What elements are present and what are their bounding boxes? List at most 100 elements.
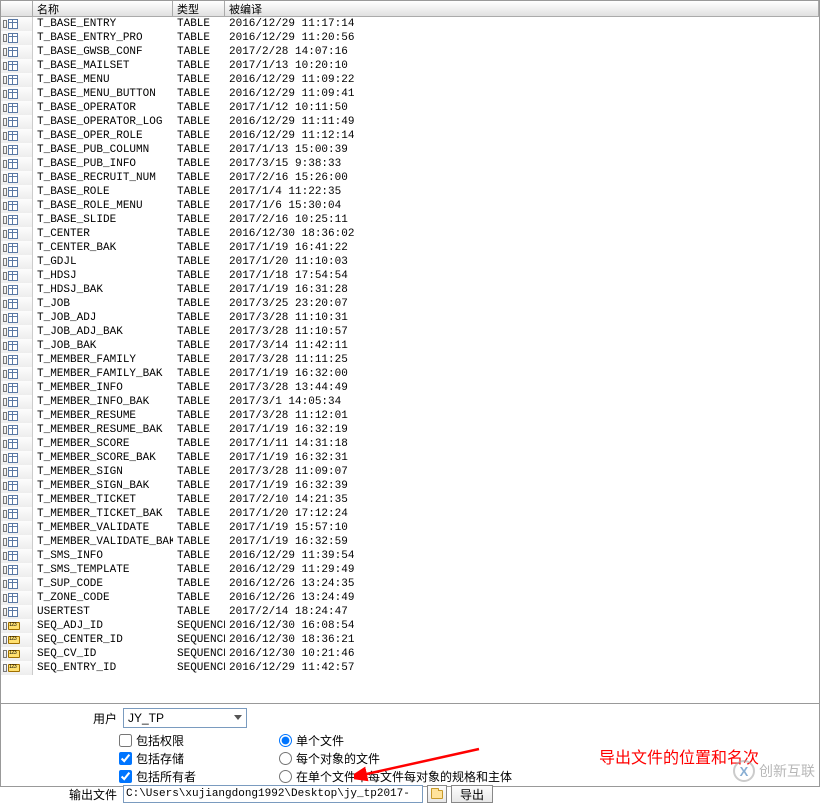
table-row[interactable]: SEQ_CENTER_IDSEQUENCE2016/12/30 18:36:21 [1,633,819,647]
table-icon [8,397,18,407]
cell-type: TABLE [173,270,225,282]
output-label: 输出文件 [61,786,119,803]
table-icon [8,201,18,211]
table-row[interactable]: T_BASE_ROLETABLE2017/1/4 11:22:35 [1,185,819,199]
cell-type: TABLE [173,200,225,212]
table-row[interactable]: T_HDSJTABLE2017/1/18 17:54:54 [1,269,819,283]
cell-name: T_SMS_INFO [33,550,173,562]
browse-button[interactable] [427,785,447,803]
table-row[interactable]: T_BASE_RECRUIT_NUMTABLE2017/2/16 15:26:0… [1,171,819,185]
table-row[interactable]: T_BASE_SLIDETABLE2017/2/16 10:25:11 [1,213,819,227]
table-icon [8,593,18,603]
cell-compiled: 2017/3/28 11:10:31 [225,312,819,324]
table-row[interactable]: T_BASE_MENU_BUTTONTABLE2016/12/29 11:09:… [1,87,819,101]
table-row[interactable]: T_BASE_PUB_INFOTABLE2017/3/15 9:38:33 [1,157,819,171]
cell-type: TABLE [173,284,225,296]
cell-name: SEQ_CV_ID [33,648,173,660]
cell-compiled: 2017/3/15 9:38:33 [225,158,819,170]
cell-type: TABLE [173,228,225,240]
table-row[interactable]: T_CENTER_BAKTABLE2017/1/19 16:41:22 [1,241,819,255]
table-row[interactable]: T_BASE_OPER_ROLETABLE2016/12/29 11:12:14 [1,129,819,143]
export-button[interactable]: 导出 [451,785,493,803]
cell-name: T_GDJL [33,256,173,268]
cell-name: T_BASE_PUB_INFO [33,158,173,170]
cell-compiled: 2017/1/12 10:11:50 [225,102,819,114]
user-select[interactable] [123,708,247,728]
include-priv-check[interactable]: 包括权限 [119,731,249,749]
cell-compiled: 2017/1/19 16:31:28 [225,284,819,296]
table-row[interactable]: T_JOB_ADJ_BAKTABLE2017/3/28 11:10:57 [1,325,819,339]
cell-name: USERTEST [33,606,173,618]
table-row[interactable]: T_BASE_ENTRY_PROTABLE2016/12/29 11:20:56 [1,31,819,45]
cell-name: T_MEMBER_RESUME_BAK [33,424,173,436]
cell-name: T_MEMBER_VALIDATE_BAK [33,536,173,548]
header-type[interactable]: 类型 [173,1,225,16]
table-row[interactable]: T_BASE_OPERATOR_LOGTABLE2016/12/29 11:11… [1,115,819,129]
table-row[interactable]: T_MEMBER_VALIDATE_BAKTABLE2017/1/19 16:3… [1,535,819,549]
cell-name: T_BASE_ENTRY_PRO [33,32,173,44]
table-row[interactable]: T_BASE_PUB_COLUMNTABLE2017/1/13 15:00:39 [1,143,819,157]
cell-compiled: 2017/1/6 15:30:04 [225,200,819,212]
cell-name: T_CENTER_BAK [33,242,173,254]
table-row[interactable]: T_BASE_GWSB_CONFTABLE2017/2/28 14:07:16 [1,45,819,59]
table-row[interactable]: T_MEMBER_SIGN_BAKTABLE2017/1/19 16:32:39 [1,479,819,493]
cell-compiled: 2017/2/28 14:07:16 [225,46,819,58]
table-row[interactable]: T_MEMBER_TICKETTABLE2017/2/10 14:21:35 [1,493,819,507]
table-row[interactable]: T_BASE_ENTRYTABLE2016/12/29 11:17:14 [1,17,819,31]
table-row[interactable]: T_MEMBER_INFOTABLE2017/3/28 13:44:49 [1,381,819,395]
cell-compiled: 2016/12/30 16:08:54 [225,620,819,632]
cell-name: T_BASE_ROLE_MENU [33,200,173,212]
cell-compiled: 2017/3/28 13:44:49 [225,382,819,394]
table-row[interactable]: T_SMS_INFOTABLE2016/12/29 11:39:54 [1,549,819,563]
table-row[interactable]: T_JOB_ADJTABLE2017/3/28 11:10:31 [1,311,819,325]
table-row[interactable]: SEQ_ENTRY_IDSEQUENCE2016/12/29 11:42:57 [1,661,819,675]
cell-type: TABLE [173,382,225,394]
table-row[interactable]: T_MEMBER_RESUME_BAKTABLE2017/1/19 16:32:… [1,423,819,437]
table-row[interactable]: T_MEMBER_SCORE_BAKTABLE2017/1/19 16:32:3… [1,451,819,465]
table-row[interactable]: T_MEMBER_INFO_BAKTABLE2017/3/1 14:05:34 [1,395,819,409]
table-icon [8,257,18,267]
folder-icon [431,790,443,799]
table-row[interactable]: T_MEMBER_FAMILYTABLE2017/3/28 11:11:25 [1,353,819,367]
table-row[interactable]: T_HDSJ_BAKTABLE2017/1/19 16:31:28 [1,283,819,297]
table-row[interactable]: T_BASE_ROLE_MENUTABLE2017/1/6 15:30:04 [1,199,819,213]
table-row[interactable]: T_SUP_CODETABLE2016/12/26 13:24:35 [1,577,819,591]
cell-name: SEQ_ADJ_ID [33,620,173,632]
header-name[interactable]: 名称 [33,1,173,16]
table-row[interactable]: T_JOB_BAKTABLE2017/3/14 11:42:11 [1,339,819,353]
table-row[interactable]: SEQ_CV_IDSEQUENCE2016/12/30 10:21:46 [1,647,819,661]
table-row[interactable]: T_CENTERTABLE2016/12/30 18:36:02 [1,227,819,241]
table-row[interactable]: SEQ_ADJ_IDSEQUENCE2016/12/30 16:08:54 [1,619,819,633]
cell-compiled: 2016/12/30 18:36:02 [225,228,819,240]
table-row[interactable]: T_JOBTABLE2017/3/25 23:20:07 [1,297,819,311]
table-row[interactable]: T_MEMBER_TICKET_BAKTABLE2017/1/20 17:12:… [1,507,819,521]
cell-compiled: 2017/1/19 16:41:22 [225,242,819,254]
table-row[interactable]: T_MEMBER_FAMILY_BAKTABLE2017/1/19 16:32:… [1,367,819,381]
cell-type: TABLE [173,340,225,352]
table-icon [8,467,18,477]
output-file-input[interactable] [123,785,423,803]
table-row[interactable]: T_BASE_MAILSETTABLE2017/1/13 10:20:10 [1,59,819,73]
table-row[interactable]: T_ZONE_CODETABLE2016/12/26 13:24:49 [1,591,819,605]
include-owner-check[interactable]: 包括所有者 [119,767,249,785]
object-table[interactable]: 名称 类型 被编译 T_BASE_ENTRYTABLE2016/12/29 11… [1,1,819,703]
table-row[interactable]: T_MEMBER_SCORETABLE2017/1/11 14:31:18 [1,437,819,451]
table-row[interactable]: T_SMS_TEMPLATETABLE2016/12/29 11:29:49 [1,563,819,577]
cell-type: TABLE [173,550,225,562]
table-row[interactable]: USERTESTTABLE2017/2/14 18:24:47 [1,605,819,619]
cell-type: SEQUENCE [173,648,225,660]
cell-name: T_BASE_OPERATOR_LOG [33,116,173,128]
table-row[interactable]: T_BASE_MENUTABLE2016/12/29 11:09:22 [1,73,819,87]
table-row[interactable]: T_MEMBER_VALIDATETABLE2017/1/19 15:57:10 [1,521,819,535]
table-row[interactable]: T_MEMBER_SIGNTABLE2017/3/28 11:09:07 [1,465,819,479]
cell-type: TABLE [173,494,225,506]
cell-name: T_MEMBER_INFO [33,382,173,394]
table-icon [8,495,18,505]
table-row[interactable]: T_MEMBER_RESUMETABLE2017/3/28 11:12:01 [1,409,819,423]
table-row[interactable]: T_BASE_OPERATORTABLE2017/1/12 10:11:50 [1,101,819,115]
include-storage-check[interactable]: 包括存储 [119,749,249,767]
cell-compiled: 2017/2/10 14:21:35 [225,494,819,506]
table-row[interactable]: T_GDJLTABLE2017/1/20 11:10:03 [1,255,819,269]
cell-type: TABLE [173,354,225,366]
header-compiled[interactable]: 被编译 [225,1,819,16]
